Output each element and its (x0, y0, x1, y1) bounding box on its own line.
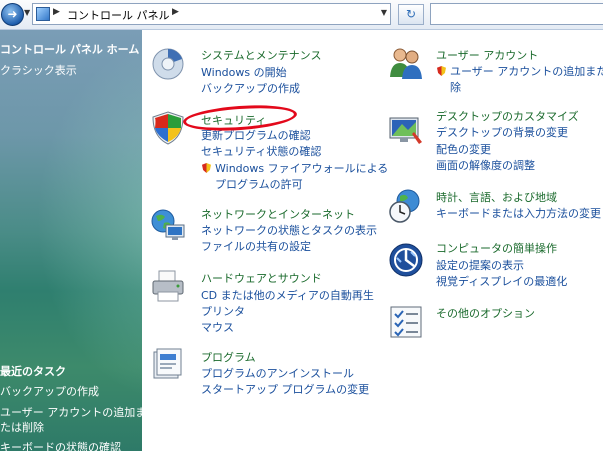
task-link[interactable]: キーボードまたは入力方法の変更 (436, 205, 601, 221)
recent-pages-dropdown-icon[interactable]: ▼ (24, 8, 30, 17)
recent-task-link[interactable]: たは削除 (0, 419, 44, 435)
classic-view-link[interactable]: クラシック表示 (0, 62, 77, 78)
address-dropdown-icon[interactable]: ▼ (381, 8, 387, 17)
recent-task-link[interactable]: ユーザー アカウントの追加ま (0, 404, 146, 420)
category-title-appearance[interactable]: デスクトップのカスタマイズ (436, 108, 579, 124)
category-title-hardware[interactable]: ハードウェアとサウンド (201, 270, 322, 286)
task-link[interactable]: Windows の開始 (201, 64, 287, 80)
task-link[interactable]: ネットワークの状態とタスクの表示 (201, 222, 377, 238)
task-link[interactable]: 画面の解像度の調整 (436, 157, 535, 173)
security-shield-icon[interactable] (150, 110, 186, 146)
category-title-other[interactable]: その他のオプション (436, 305, 535, 321)
printer-icon[interactable] (150, 268, 186, 304)
system-maintenance-icon[interactable] (150, 45, 186, 81)
category-title-ease-of-access[interactable]: コンピュータの簡単操作 (436, 240, 557, 256)
address-toolbar: ➜ ▼ ▶ コントロール パネル ▶ ▼ ↻ (0, 0, 603, 30)
task-link[interactable]: スタートアップ プログラムの変更 (201, 381, 369, 397)
task-link[interactable]: 除 (450, 79, 461, 95)
recent-task-link[interactable]: バックアップの作成 (0, 383, 99, 399)
breadcrumb-control-panel[interactable]: コントロール パネル (67, 7, 170, 23)
task-link[interactable]: プリンタ (201, 303, 245, 319)
breadcrumb-separator-icon[interactable]: ▶ (53, 7, 60, 17)
task-link[interactable]: ファイルの共有の設定 (201, 238, 311, 254)
task-link[interactable]: デスクトップの背景の変更 (436, 124, 568, 140)
user-accounts-icon[interactable] (388, 45, 424, 81)
task-link[interactable]: ユーザー アカウントの追加または (450, 63, 603, 79)
additional-options-icon[interactable] (388, 304, 424, 340)
control-panel-home-link[interactable]: コントロール パネル ホーム (0, 41, 139, 57)
search-input[interactable] (430, 3, 603, 25)
ease-of-access-icon[interactable] (388, 242, 424, 278)
category-title-user-accounts[interactable]: ユーザー アカウント (436, 47, 538, 63)
back-button[interactable]: ➜ (1, 3, 24, 26)
category-title-system[interactable]: システムとメンテナンス (201, 47, 321, 63)
task-link[interactable]: 設定の提案の表示 (436, 257, 524, 273)
clock-globe-icon[interactable] (388, 188, 424, 224)
programs-icon[interactable] (150, 346, 186, 382)
breadcrumb-separator-icon[interactable]: ▶ (172, 7, 179, 17)
recent-tasks-heading: 最近のタスク (0, 365, 66, 378)
refresh-icon: ↻ (405, 7, 417, 21)
task-link[interactable]: バックアップの作成 (201, 80, 300, 96)
category-title-programs[interactable]: プログラム (201, 349, 256, 365)
task-pane: コントロール パネル ホーム クラシック表示 最近のタスク バックアップの作成 … (0, 30, 146, 454)
address-field[interactable]: ▶ コントロール パネル ▶ ▼ (32, 3, 391, 25)
network-globe-icon[interactable] (150, 207, 186, 243)
task-link[interactable]: マウス (201, 319, 234, 335)
task-link[interactable]: 視覚ディスプレイの最適化 (436, 273, 567, 289)
control-panel-icon (36, 7, 50, 21)
category-title-clock[interactable]: 時計、言語、および地域 (436, 189, 557, 205)
back-arrow-icon: ➜ (7, 7, 18, 21)
task-link[interactable]: 配色の変更 (436, 141, 491, 157)
task-link[interactable]: プログラムのアンインストール (201, 365, 354, 381)
task-link[interactable]: CD または他のメディアの自動再生 (201, 287, 374, 303)
refresh-button[interactable]: ↻ (398, 4, 424, 25)
task-link[interactable]: プログラムの許可 (215, 176, 303, 192)
task-link[interactable]: Windows ファイアウォールによる (215, 160, 388, 176)
desktop-personalization-icon[interactable] (388, 112, 424, 148)
task-link[interactable]: セキュリティ状態の確認 (201, 143, 321, 159)
recent-task-link[interactable]: キーボードの状態の確認 (0, 439, 121, 455)
category-title-network[interactable]: ネットワークとインターネット (201, 206, 355, 222)
